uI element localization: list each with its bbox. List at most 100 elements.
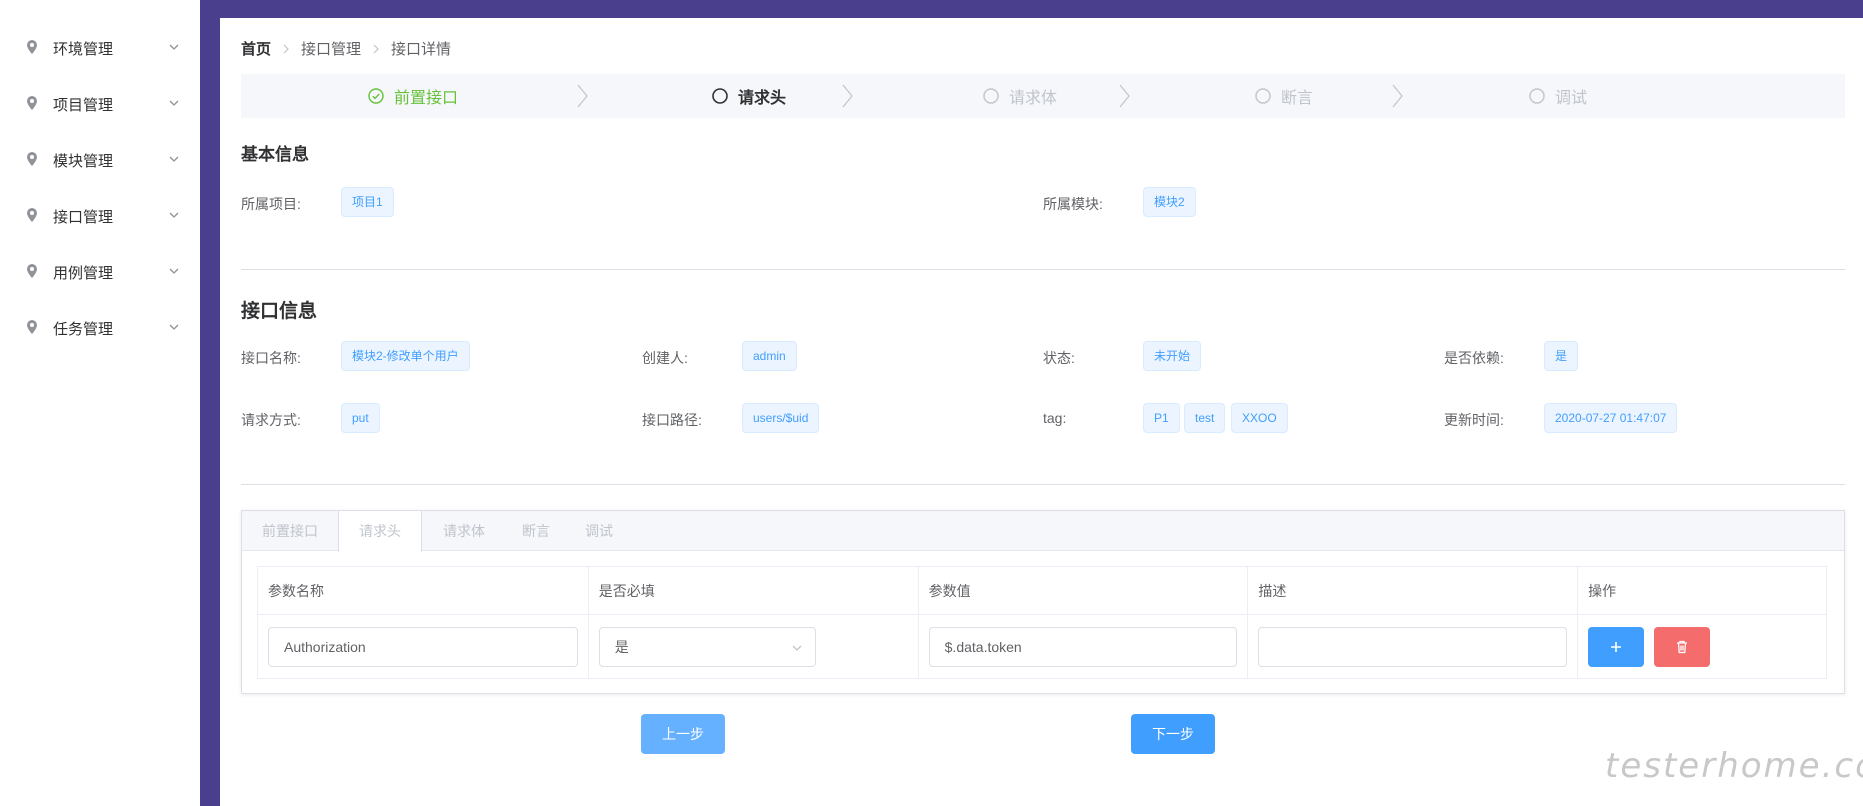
sidebar-item-task[interactable]: 任务管理 (0, 299, 200, 355)
breadcrumb-home[interactable]: 首页 (241, 38, 271, 59)
project-label: 所属项目: (241, 196, 301, 212)
delete-row-button[interactable] (1654, 626, 1711, 667)
sidebar-item-label: 环境管理 (53, 41, 114, 58)
breadcrumb: 首页 接口管理 接口详情 (241, 38, 451, 59)
check-circle-icon (368, 88, 384, 104)
tab-debug[interactable]: 调试 (566, 511, 632, 551)
status-tag: 未开始 (1143, 341, 1202, 371)
add-row-button[interactable] (1588, 626, 1645, 667)
cell-required: 是 (587, 614, 919, 679)
sidebar-item-api[interactable]: 接口管理 (0, 187, 200, 243)
chevron-down-icon (169, 268, 179, 274)
location-icon (27, 152, 37, 166)
step-label: 请求头 (738, 90, 787, 107)
next-step-button[interactable]: 下一步 (1131, 714, 1215, 754)
circle-icon (712, 88, 728, 104)
location-icon (27, 40, 37, 54)
updated-tag: 2020-07-27 01:47:07 (1544, 403, 1678, 433)
chevron-down-icon (169, 324, 179, 330)
watermark: testerhome.com (1605, 746, 1863, 786)
project-tag: 项目1 (341, 187, 394, 217)
tabs-header: 前置接口 请求头 请求体 断言 调试 (242, 511, 1844, 552)
step-arrow-icon (577, 84, 588, 108)
basic-info-title: 基本信息 (241, 145, 309, 164)
step-label: 调试 (1555, 90, 1588, 107)
depend-tag: 是 (1544, 341, 1579, 371)
breadcrumb-api-manage[interactable]: 接口管理 (301, 38, 361, 59)
sidebar-item-case[interactable]: 用例管理 (0, 243, 200, 299)
plus-icon (1611, 641, 1622, 652)
step-label: 断言 (1281, 90, 1314, 107)
table-header-row: 参数名称 是否必填 参数值 描述 操作 (257, 566, 1827, 615)
tag-label: tag: (1043, 410, 1067, 426)
trash-icon (1677, 640, 1688, 653)
tab-headers[interactable]: 请求头 (338, 511, 422, 552)
circle-icon (1529, 88, 1545, 104)
chevron-down-icon (169, 44, 179, 50)
description-input[interactable] (1258, 626, 1568, 667)
chevron-right-icon (373, 44, 379, 53)
step-arrow-icon (1119, 84, 1130, 108)
path-tag: users/$uid (742, 403, 820, 433)
sidebar-item-label: 接口管理 (53, 209, 114, 226)
tabs-card: 前置接口 请求头 请求体 断言 调试 参数名称 是否必填 参数值 描述 操作 A… (241, 510, 1845, 694)
api-info-title: 接口信息 (241, 301, 318, 322)
tag-item: XXOO (1231, 403, 1288, 433)
chevron-down-icon (169, 156, 179, 162)
table-row: 是 (257, 614, 1827, 679)
step-body[interactable]: 请求体 (983, 74, 1057, 118)
param-value-input[interactable] (928, 626, 1238, 667)
top-bar (0, 0, 1863, 18)
step-label: 前置接口 (394, 90, 459, 107)
cell-description (1247, 614, 1579, 679)
location-icon (27, 320, 37, 334)
api-name-label: 接口名称: (241, 350, 301, 366)
location-icon (27, 264, 37, 278)
sidebar: 环境管理 项目管理 模块管理 接口管理 用例管理 任务管理 (0, 0, 200, 806)
location-icon (27, 96, 37, 110)
main-panel: 首页 接口管理 接口详情 前置接口 请求头 请求体 断言 调试 基本信息 所属项… (220, 18, 1863, 806)
params-table: 参数名称 是否必填 参数值 描述 操作 是 (257, 566, 1827, 679)
required-select[interactable]: 是 (598, 626, 816, 667)
chevron-down-icon (169, 212, 179, 218)
sidebar-item-label: 用例管理 (53, 265, 114, 282)
col-param-name: 参数名称 (257, 566, 589, 615)
sidebar-item-module[interactable]: 模块管理 (0, 131, 200, 187)
sidebar-item-label: 项目管理 (53, 97, 114, 114)
tab-body[interactable]: 请求体 (422, 511, 506, 551)
step-bar: 前置接口 请求头 请求体 断言 调试 (241, 74, 1845, 118)
sidebar-item-project[interactable]: 项目管理 (0, 75, 200, 131)
required-select-value: 是 (614, 638, 629, 655)
divider (241, 269, 1845, 270)
chevron-down-icon (169, 100, 179, 106)
path-label: 接口路径: (642, 412, 702, 428)
api-name-tag: 模块2-修改单个用户 (341, 341, 470, 371)
updated-label: 更新时间: (1444, 412, 1504, 428)
status-label: 状态: (1043, 350, 1075, 366)
method-label: 请求方式: (241, 412, 301, 428)
tab-pre-api[interactable]: 前置接口 (242, 511, 338, 551)
module-tag: 模块2 (1143, 187, 1196, 217)
tag-item: test (1184, 403, 1226, 433)
step-headers[interactable]: 请求头 (712, 74, 786, 118)
step-pre-api[interactable]: 前置接口 (368, 74, 458, 118)
step-debug[interactable]: 调试 (1529, 74, 1587, 118)
prev-step-button[interactable]: 上一步 (641, 714, 725, 754)
param-name-input[interactable] (268, 626, 578, 667)
tab-assert[interactable]: 断言 (506, 511, 566, 551)
step-arrow-icon (1392, 84, 1403, 108)
chevron-right-icon (283, 44, 289, 53)
circle-icon (1255, 88, 1271, 104)
step-assert[interactable]: 断言 (1255, 74, 1313, 118)
sidebar-item-label: 模块管理 (53, 153, 114, 170)
sidebar-item-env[interactable]: 环境管理 (0, 19, 200, 75)
cell-param-value (917, 614, 1249, 679)
cell-actions (1577, 614, 1827, 679)
chevron-down-icon (792, 645, 802, 651)
cell-param-name (257, 614, 589, 679)
creator-label: 创建人: (642, 350, 688, 366)
col-required: 是否必填 (587, 566, 919, 615)
creator-tag: admin (742, 341, 797, 371)
method-tag: put (341, 403, 380, 433)
circle-icon (983, 88, 999, 104)
